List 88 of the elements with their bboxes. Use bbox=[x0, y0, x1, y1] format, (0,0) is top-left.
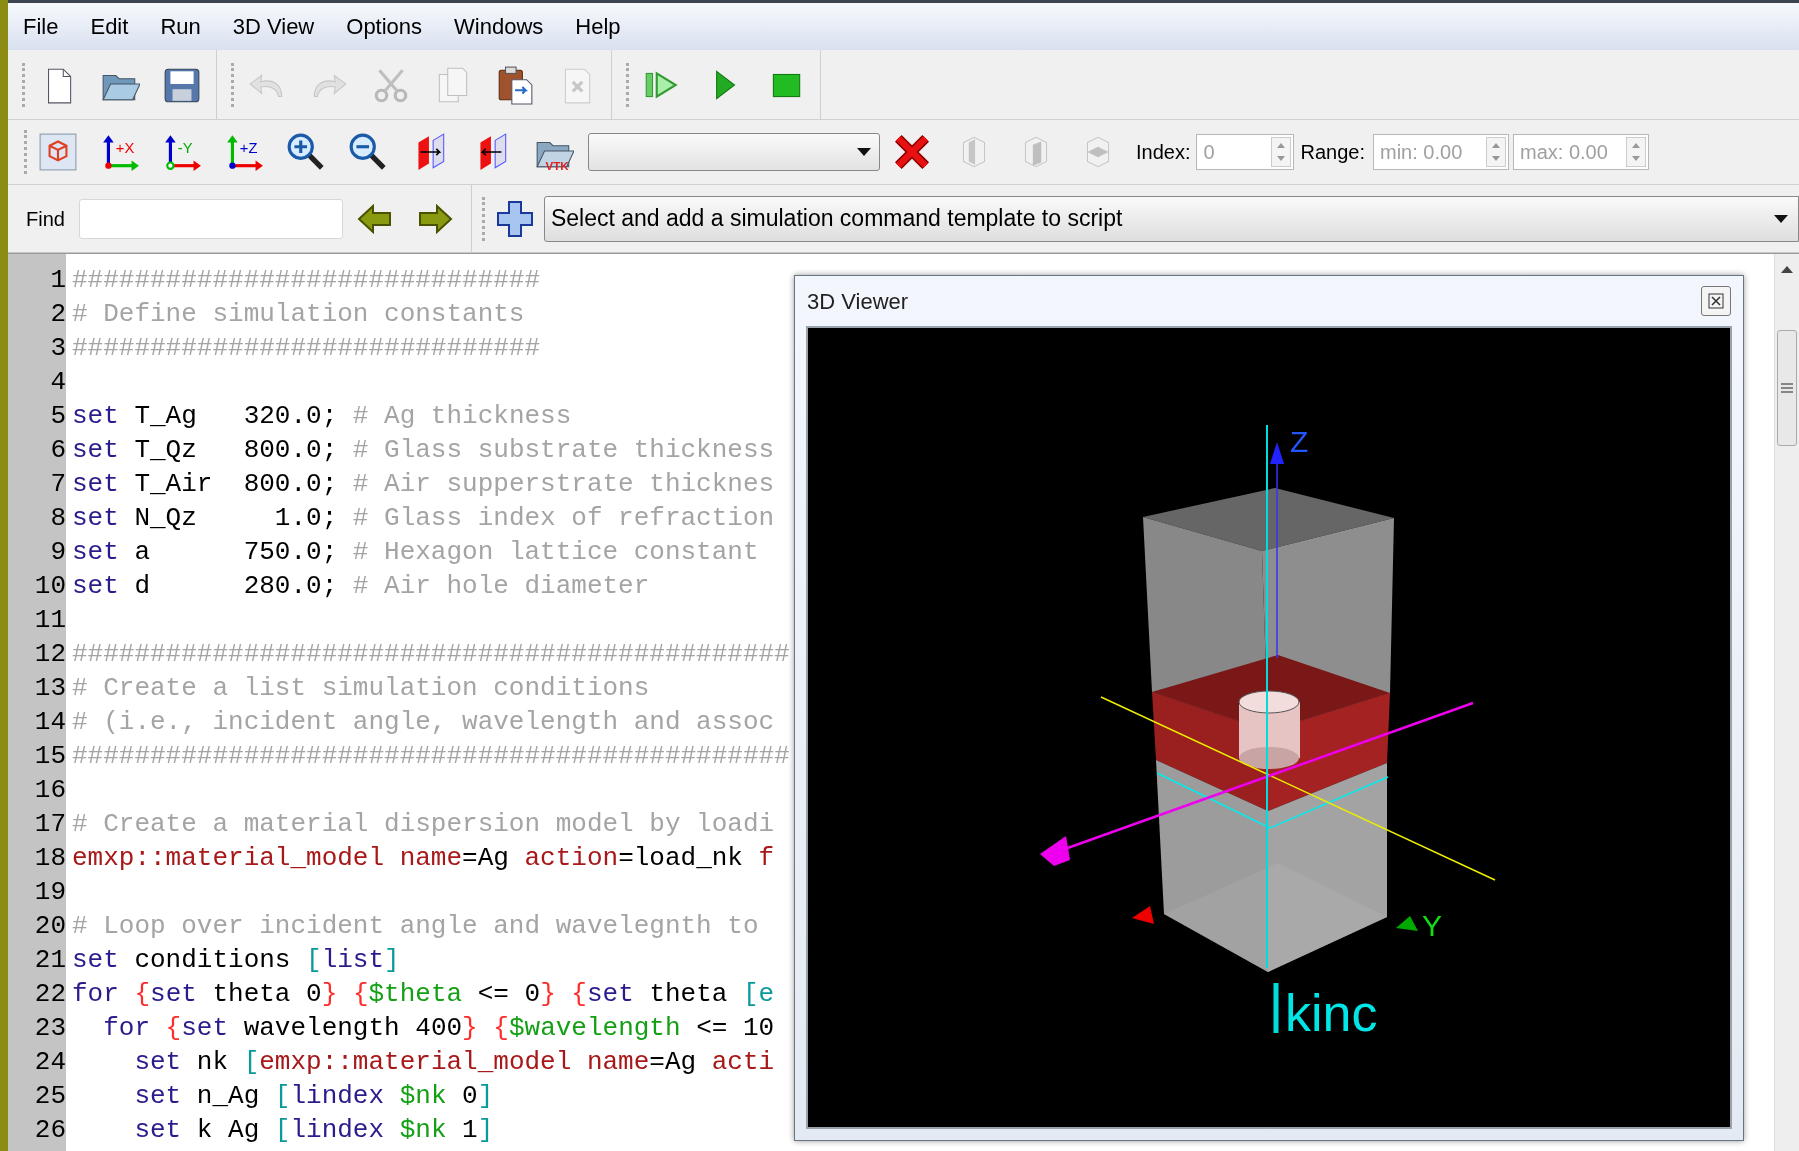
toolbar-grip[interactable] bbox=[231, 62, 235, 107]
code-line: set N_Qz 1.0; # Glass index of refraction bbox=[72, 503, 775, 533]
dropdown[interactable] bbox=[588, 133, 880, 171]
code-line: ############################################## bbox=[72, 741, 790, 771]
zoom-out-icon[interactable] bbox=[348, 132, 388, 172]
code-line: set a 750.0; # Hexagon lattice constant bbox=[72, 537, 759, 567]
y-axis-arrowhead bbox=[1396, 916, 1418, 931]
line-number: 22 bbox=[34, 979, 66, 1009]
code-line: # (i.e., incident angle, wavelength and assoc bbox=[72, 707, 775, 737]
close-button[interactable] bbox=[1701, 286, 1731, 316]
line-number: 16 bbox=[34, 775, 66, 805]
code-line: ############################## bbox=[72, 265, 541, 295]
line-number: 24 bbox=[34, 1047, 66, 1077]
code-line: set conditions [list] bbox=[72, 945, 400, 975]
line-number: 5 bbox=[50, 401, 66, 431]
code-line: # Loop over incident angle and wavelegnth to bbox=[72, 911, 759, 941]
toolbar-grip[interactable] bbox=[481, 196, 486, 241]
previous-arrow-icon[interactable] bbox=[356, 203, 393, 234]
line-number: 23 bbox=[34, 1013, 66, 1043]
code-line: set n_Ag [lindex $nk 0] bbox=[133, 1081, 494, 1111]
scrollbar-thumb[interactable] bbox=[1777, 330, 1797, 446]
toolbar-grip[interactable] bbox=[626, 62, 630, 107]
code-line: # Create a list simulation conditions bbox=[72, 673, 650, 703]
axis-label: Y bbox=[1422, 909, 1442, 942]
next-arrow-icon[interactable] bbox=[416, 203, 453, 234]
toolbar-grip[interactable] bbox=[22, 62, 26, 107]
close-icon bbox=[1708, 293, 1724, 309]
code-line: for {set theta 0} {$theta <= 0} {set theta [e bbox=[72, 979, 775, 1009]
line-number: 3 bbox=[50, 333, 66, 363]
code-line: set d 280.0; # Air hole diameter bbox=[72, 571, 650, 601]
line-number: 9 bbox=[50, 537, 66, 567]
menu-item[interactable]: Edit bbox=[90, 10, 129, 43]
code-line: # Define simulation constants bbox=[72, 299, 525, 329]
line-number: 1 bbox=[50, 265, 66, 295]
scroll-up-icon[interactable] bbox=[1780, 264, 1794, 274]
line-number: 2 bbox=[50, 299, 66, 329]
code-line: set T_Ag 320.0; # Ag thickness bbox=[72, 401, 572, 431]
code-line: ############################################## bbox=[72, 639, 790, 669]
code-line: set T_Air 800.0; # Air supperstrate thicknes bbox=[72, 469, 775, 499]
find-label: Find bbox=[26, 206, 65, 232]
code-line: # Create a material dispersion model by loadi bbox=[72, 809, 775, 839]
scrollbar[interactable] bbox=[1774, 254, 1799, 1151]
menu-item[interactable]: File bbox=[23, 10, 59, 43]
line-number: 21 bbox=[34, 945, 66, 975]
code-line: emxp::material_model name=Ag action=load_nk f bbox=[72, 843, 775, 873]
line-number: 18 bbox=[34, 843, 66, 873]
code-line: set T_Qz 800.0; # Glass substrate thickness bbox=[72, 435, 775, 465]
line-number: 25 bbox=[34, 1081, 66, 1111]
toolbar-grip[interactable] bbox=[24, 130, 28, 174]
code-line: ############################## bbox=[72, 333, 541, 363]
menu-item[interactable]: 3D View bbox=[232, 10, 315, 43]
line-number: 7 bbox=[50, 469, 66, 499]
menu-item[interactable]: Windows bbox=[454, 10, 544, 43]
axis-label: Z bbox=[1290, 425, 1309, 458]
grip-icon bbox=[1781, 383, 1793, 393]
zoom-in-icon[interactable] bbox=[286, 132, 326, 172]
line-number: 4 bbox=[50, 367, 66, 397]
line-number: 11 bbox=[34, 605, 66, 635]
menu-item[interactable]: Options bbox=[346, 10, 423, 43]
line-number: 19 bbox=[34, 877, 66, 907]
range-label: Range: bbox=[1300, 140, 1365, 165]
delete-icon[interactable] bbox=[892, 132, 932, 172]
line-number: 20 bbox=[34, 911, 66, 941]
line-number: 17 bbox=[34, 809, 66, 839]
line-number: 8 bbox=[50, 503, 66, 533]
line-number: 12 bbox=[34, 639, 66, 669]
axis-label: kinc bbox=[1285, 984, 1378, 1042]
code-line: for {set wavelength 400} {$wavelength <= 10 bbox=[102, 1013, 775, 1043]
caret-icon bbox=[857, 148, 871, 156]
line-number: 14 bbox=[34, 707, 66, 737]
code-line: set nk [emxp::material_model name=Ag acti bbox=[133, 1047, 775, 1077]
plus-icon[interactable] bbox=[495, 199, 534, 238]
index-label: Index: bbox=[1136, 140, 1191, 165]
line-number: 15 bbox=[34, 741, 66, 771]
line-number: 6 bbox=[50, 435, 66, 465]
menu-item[interactable]: Help bbox=[575, 10, 621, 43]
menu-item[interactable]: Run bbox=[160, 10, 201, 43]
template-dropdown[interactable]: Select and add a simulation command template to script bbox=[543, 195, 1799, 242]
code-line: set k Ag [lindex $nk 1] bbox=[133, 1115, 494, 1145]
line-number: 10 bbox=[34, 571, 66, 601]
line-number: 26 bbox=[34, 1115, 66, 1145]
window-title: 3D Viewer bbox=[807, 287, 909, 316]
viewport[interactable]: Z Y kinc bbox=[806, 326, 1732, 1129]
x-axis-arrowhead bbox=[1132, 906, 1154, 924]
line-number: 13 bbox=[34, 673, 66, 703]
caret-icon bbox=[1774, 214, 1788, 223]
cube-icon[interactable] bbox=[38, 132, 78, 172]
find-field[interactable] bbox=[78, 198, 343, 239]
